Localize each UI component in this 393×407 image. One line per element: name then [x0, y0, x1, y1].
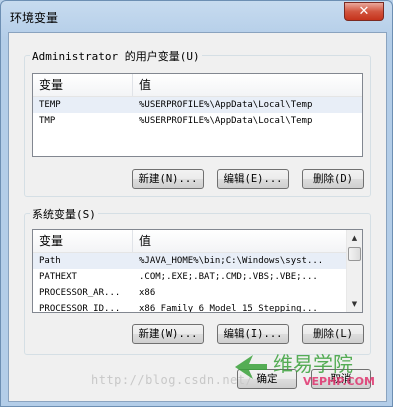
system-variables-label: 系统变量(S): [30, 206, 98, 222]
variable-value: .COM;.EXE;.BAT;.CMD;.VBS;.VBE;...: [139, 272, 318, 282]
system-delete-button[interactable]: 删除(L): [302, 324, 364, 344]
system-edit-button[interactable]: 编辑(I)...: [217, 324, 289, 344]
variable-value: x86 Family 6 Model 15 Stepping...: [139, 304, 318, 313]
user-edit-button[interactable]: 编辑(E)...: [217, 169, 289, 189]
column-header-value[interactable]: 值: [133, 230, 346, 252]
variable-value: %JAVA_HOME%\bin;C:\Windows\syst...: [139, 256, 324, 266]
variable-name: TMP: [39, 116, 56, 126]
list-item[interactable]: PROCESSOR_AR... x86: [33, 285, 346, 301]
list-item[interactable]: PATHEXT .COM;.EXE;.BAT;.CMD;.VBS;.VBE;..…: [33, 269, 346, 285]
variable-name: PATHEXT: [39, 272, 77, 282]
column-header-variable[interactable]: 变量: [33, 230, 133, 252]
list-item[interactable]: Path %JAVA_HOME%\bin;C:\Windows\syst...: [33, 253, 346, 269]
variable-name: PROCESSOR_AR...: [39, 288, 121, 298]
variable-name: PROCESSOR_ID...: [39, 304, 121, 313]
variable-name: TEMP: [39, 100, 61, 110]
window-title: 环境变量: [10, 11, 59, 25]
system-new-button[interactable]: 新建(W)...: [132, 324, 204, 344]
column-header-value[interactable]: 值: [133, 74, 362, 96]
list-item[interactable]: TEMP %USERPROFILE%\AppData\Local\Temp: [33, 97, 362, 113]
user-variables-group: Administrator 的用户变量(U) 变量 值 TEMP %USERPR…: [24, 48, 371, 197]
list-item[interactable]: PROCESSOR_ID... x86 Family 6 Model 15 St…: [33, 301, 346, 313]
scroll-up-arrow-icon[interactable]: ▲: [347, 230, 362, 246]
variable-value: %USERPROFILE%\AppData\Local\Temp: [139, 116, 313, 126]
watermark-url: http://blog.csdn.net/: [91, 373, 254, 387]
user-variables-label: Administrator 的用户变量(U): [30, 48, 202, 64]
system-variables-group: 系统变量(S) 变量 值 Path %JAVA_HOME%\bin;C:\Win…: [24, 206, 371, 355]
column-header-variable[interactable]: 变量: [33, 74, 133, 96]
site-logo: 维易学院 VEPHP.COM: [235, 352, 375, 387]
scroll-thumb[interactable]: [348, 247, 361, 261]
variable-name: Path: [39, 256, 61, 266]
variable-value: %USERPROFILE%\AppData\Local\Temp: [139, 100, 313, 110]
environment-variables-window: 环境变量 ✕ Administrator 的用户变量(U) 变量 值 TEMP …: [0, 0, 393, 407]
user-new-button[interactable]: 新建(N)...: [132, 169, 204, 189]
variable-value: x86: [139, 288, 156, 298]
list-item[interactable]: TMP %USERPROFILE%\AppData\Local\Temp: [33, 113, 362, 129]
user-delete-button[interactable]: 删除(D): [302, 169, 364, 189]
logo-text: 维易学院: [273, 352, 353, 376]
user-variables-list[interactable]: 变量 值 TEMP %USERPROFILE%\AppData\Local\Te…: [32, 73, 363, 157]
logo-subtext: VEPHP.COM: [303, 375, 375, 387]
scroll-down-arrow-icon[interactable]: ▼: [347, 296, 362, 312]
system-variables-list[interactable]: 变量 值 Path %JAVA_HOME%\bin;C:\Windows\sys…: [32, 229, 363, 313]
close-button[interactable]: ✕: [344, 2, 384, 21]
user-variables-header: 变量 值: [33, 74, 362, 97]
vertical-scrollbar[interactable]: ▲ ▼: [346, 230, 362, 312]
logo-arrow-icon: [235, 355, 267, 379]
system-variables-header: 变量 值: [33, 230, 346, 253]
